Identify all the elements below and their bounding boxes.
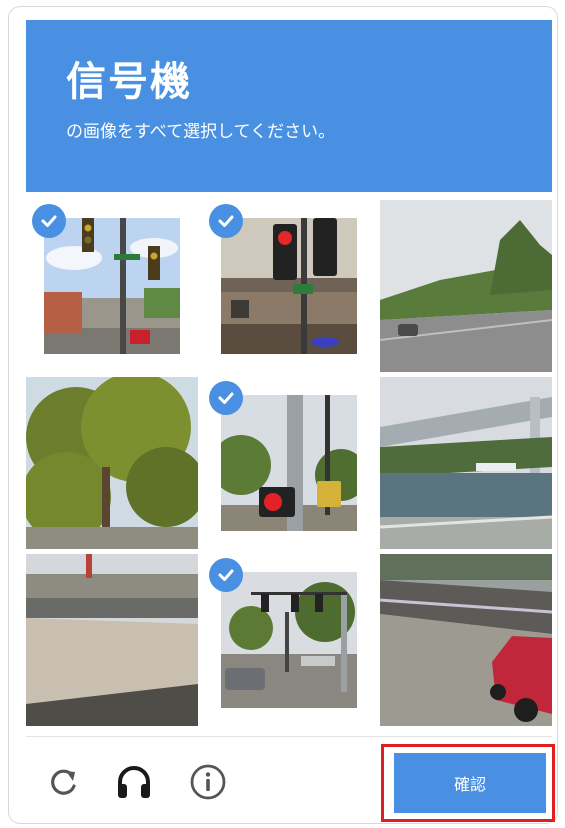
image-tile-3[interactable] bbox=[380, 200, 552, 372]
check-icon bbox=[32, 204, 66, 238]
tile-image bbox=[380, 554, 552, 726]
tile-image bbox=[221, 218, 357, 354]
check-icon bbox=[209, 381, 243, 415]
headphones-icon[interactable] bbox=[114, 762, 154, 802]
tile-image bbox=[221, 572, 357, 708]
image-tile-4[interactable] bbox=[26, 377, 198, 549]
check-icon bbox=[209, 558, 243, 592]
verify-button[interactable]: 確認 bbox=[394, 753, 546, 813]
footer-divider bbox=[26, 736, 552, 737]
image-tile-9[interactable] bbox=[380, 554, 552, 726]
challenge-title: 信号機 bbox=[66, 59, 192, 105]
challenge-header: 信号機 の画像をすべて選択してください。 bbox=[26, 20, 552, 192]
tile-image bbox=[221, 395, 357, 531]
image-tile-2[interactable] bbox=[203, 200, 375, 372]
reload-icon[interactable] bbox=[44, 762, 84, 802]
challenge-instruction: の画像をすべて選択してください。 bbox=[66, 122, 336, 142]
image-tile-7[interactable] bbox=[26, 554, 198, 726]
tile-image bbox=[380, 200, 552, 372]
tile-image bbox=[26, 377, 198, 549]
tile-image bbox=[26, 554, 198, 726]
image-tile-5[interactable] bbox=[203, 377, 375, 549]
check-icon bbox=[209, 204, 243, 238]
tile-image bbox=[380, 377, 552, 549]
info-icon[interactable] bbox=[188, 762, 228, 802]
image-tile-6[interactable] bbox=[380, 377, 552, 549]
image-tile-1[interactable] bbox=[26, 200, 198, 372]
tile-image bbox=[44, 218, 180, 354]
image-tile-8[interactable] bbox=[203, 554, 375, 726]
image-grid bbox=[26, 200, 552, 728]
